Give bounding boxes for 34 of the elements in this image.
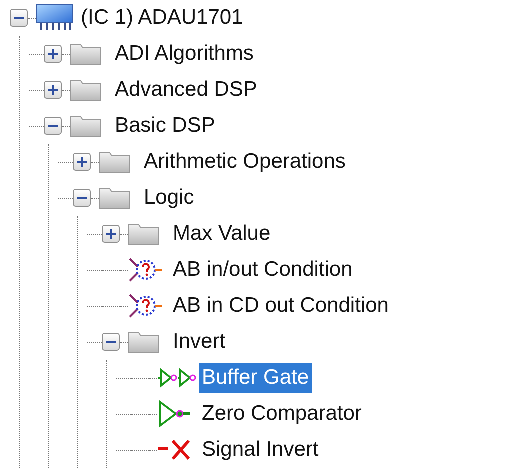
folder-icon	[70, 42, 102, 66]
inverter-icon	[157, 437, 193, 463]
tree-item[interactable]: Invert	[170, 327, 229, 357]
tree-item[interactable]: Buffer Gate	[199, 363, 312, 393]
tree-item[interactable]: AB in CD out Condition	[170, 291, 392, 321]
folder-icon	[128, 330, 160, 354]
expander[interactable]	[102, 333, 120, 351]
tree-item[interactable]: (IC 1) ADAU1701	[78, 3, 246, 33]
tree-item[interactable]: Arithmetic Operations	[141, 147, 349, 177]
folder-icon	[70, 114, 102, 138]
expander[interactable]	[44, 45, 62, 63]
condition-icon	[128, 256, 164, 284]
tree-item[interactable]: Zero Comparator	[199, 399, 365, 429]
expander[interactable]	[73, 189, 91, 207]
tree-item[interactable]: Signal Invert	[199, 435, 322, 465]
chip-icon	[36, 3, 74, 33]
tree-item[interactable]: Logic	[141, 183, 198, 213]
expander[interactable]	[10, 9, 28, 27]
folder-icon	[99, 186, 131, 210]
expander[interactable]	[44, 117, 62, 135]
folder-icon	[99, 150, 131, 174]
tree-item[interactable]: Max Value	[170, 219, 274, 249]
tree-item[interactable]: Advanced DSP	[112, 75, 260, 105]
folder-icon	[128, 222, 160, 246]
tree-item[interactable]: ADI Algorithms	[112, 39, 257, 69]
expander[interactable]	[102, 225, 120, 243]
tree-item[interactable]: AB in/out Condition	[170, 255, 356, 285]
comparator-icon	[157, 400, 193, 428]
folder-icon	[70, 78, 102, 102]
condition-icon	[128, 292, 164, 320]
tree-item[interactable]: Basic DSP	[112, 111, 218, 141]
expander[interactable]	[73, 153, 91, 171]
expander[interactable]	[44, 81, 62, 99]
buffer-gate-icon	[157, 366, 197, 390]
